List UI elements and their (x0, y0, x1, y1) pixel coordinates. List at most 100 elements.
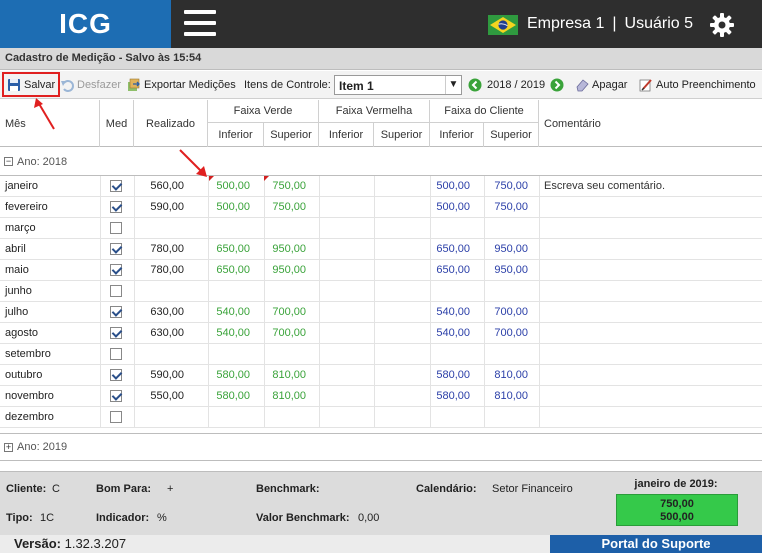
header-cliente-inferior[interactable]: Inferior (430, 122, 484, 147)
cell-cliente-superior[interactable]: 750,00 (484, 201, 528, 213)
cell-cliente-inferior[interactable]: 540,00 (428, 327, 470, 339)
save-button[interactable]: Salvar (2, 72, 61, 97)
brazil-flag-icon[interactable] (488, 15, 518, 35)
med-checkbox[interactable] (110, 243, 122, 255)
cell-cliente-superior[interactable]: 810,00 (484, 390, 528, 402)
table-row[interactable]: outubro 590,00 580,00 810,00 580,00 810,00 (0, 365, 762, 386)
cell-verde-superior[interactable]: 950,00 (262, 243, 306, 255)
med-checkbox[interactable] (110, 369, 122, 381)
med-checkbox[interactable] (110, 285, 122, 297)
table-row[interactable]: dezembro (0, 407, 762, 428)
cell-comentario[interactable]: Escreva seu comentário. (544, 180, 665, 192)
cell-verde-superior[interactable]: 950,00 (262, 264, 306, 276)
table-row[interactable]: fevereiro 590,00 500,00 750,00 500,00 750,00 (0, 197, 762, 218)
column-divider (319, 197, 320, 217)
header-comentario[interactable]: Comentário (539, 100, 762, 147)
cell-cliente-inferior[interactable]: 500,00 (428, 201, 470, 213)
cell-verde-inferior[interactable]: 650,00 (208, 264, 250, 276)
next-period-button[interactable] (550, 76, 567, 94)
med-checkbox[interactable] (110, 348, 122, 360)
cell-realizado[interactable]: 560,00 (150, 180, 184, 192)
cell-verde-superior[interactable]: 810,00 (262, 390, 306, 402)
med-checkbox[interactable] (110, 222, 122, 234)
cell-realizado[interactable]: 630,00 (150, 327, 184, 339)
cell-realizado[interactable]: 630,00 (150, 306, 184, 318)
column-divider (208, 407, 209, 427)
cell-cliente-inferior[interactable]: 650,00 (428, 243, 470, 255)
table-row[interactable]: março (0, 218, 762, 239)
table-row[interactable]: novembro 550,00 580,00 810,00 580,00 810,00 (0, 386, 762, 407)
cell-realizado[interactable]: 590,00 (150, 201, 184, 213)
cell-verde-superior[interactable]: 700,00 (262, 306, 306, 318)
header-med[interactable]: Med (100, 100, 134, 147)
header-vermelha-inferior[interactable]: Inferior (319, 122, 374, 147)
company-name[interactable]: Empresa 1 (527, 15, 604, 32)
group-row-2019[interactable]: + Ano: 2019 (0, 433, 762, 461)
med-checkbox[interactable] (110, 306, 122, 318)
cell-verde-superior[interactable]: 700,00 (262, 327, 306, 339)
table-row[interactable]: janeiro 560,00 500,00 750,00 500,00 750,00 Esc… (0, 176, 762, 197)
menu-icon[interactable] (184, 10, 216, 36)
table-row[interactable]: agosto 630,00 540,00 700,00 540,00 700,00 (0, 323, 762, 344)
med-checkbox[interactable] (110, 327, 122, 339)
med-checkbox[interactable] (110, 201, 122, 213)
cell-cliente-inferior[interactable]: 650,00 (428, 264, 470, 276)
export-button[interactable]: Exportar Medições (127, 76, 236, 94)
cell-cliente-superior[interactable]: 950,00 (484, 243, 528, 255)
cell-cliente-inferior[interactable]: 580,00 (428, 390, 470, 402)
table-row[interactable]: maio 780,00 650,00 950,00 650,00 950,00 (0, 260, 762, 281)
cell-realizado[interactable]: 590,00 (150, 369, 184, 381)
logo[interactable]: ICG (0, 0, 171, 48)
cell-realizado[interactable]: 780,00 (150, 264, 184, 276)
header-faixa-cliente: Faixa do Cliente (430, 100, 539, 122)
table-row[interactable]: julho 630,00 540,00 700,00 540,00 700,00 (0, 302, 762, 323)
chevron-down-icon[interactable]: ▼ (445, 76, 461, 94)
header-verde-inferior[interactable]: Inferior (208, 122, 264, 147)
header-mes[interactable]: Mês (0, 100, 100, 147)
cell-verde-superior[interactable]: 810,00 (262, 369, 306, 381)
header-cliente-superior[interactable]: Superior (484, 122, 539, 147)
med-checkbox[interactable] (110, 264, 122, 276)
column-divider (134, 407, 135, 427)
cell-cliente-superior[interactable]: 700,00 (484, 306, 528, 318)
prev-period-button[interactable] (468, 76, 485, 94)
cell-realizado[interactable]: 550,00 (150, 390, 184, 402)
group-row-2018[interactable]: − Ano: 2018 (0, 148, 762, 176)
cell-verde-superior[interactable]: 750,00 (262, 180, 306, 192)
cell-verde-inferior[interactable]: 580,00 (208, 369, 250, 381)
user-name[interactable]: Usuário 5 (625, 15, 693, 32)
cell-cliente-superior[interactable]: 810,00 (484, 369, 528, 381)
autofill-button[interactable]: Auto Preenchimento (639, 76, 756, 94)
cell-verde-superior[interactable]: 750,00 (262, 201, 306, 213)
header-vermelha-superior[interactable]: Superior (374, 122, 430, 147)
gear-icon[interactable] (709, 12, 735, 38)
table-row[interactable]: setembro (0, 344, 762, 365)
cell-verde-inferior[interactable]: 580,00 (208, 390, 250, 402)
med-checkbox[interactable] (110, 180, 122, 192)
undo-button[interactable]: Desfazer (60, 76, 121, 94)
med-checkbox[interactable] (110, 411, 122, 423)
header-verde-superior[interactable]: Superior (264, 122, 319, 147)
session-info[interactable]: Empresa 1 | Usuário 5 (527, 15, 693, 33)
cell-verde-inferior[interactable]: 540,00 (208, 327, 250, 339)
table-row[interactable]: junho (0, 281, 762, 302)
cell-verde-inferior[interactable]: 500,00 (208, 201, 250, 213)
med-checkbox[interactable] (110, 390, 122, 402)
cell-cliente-superior[interactable]: 950,00 (484, 264, 528, 276)
expand-icon[interactable]: + (4, 442, 13, 452)
cell-cliente-inferior[interactable]: 500,00 (428, 180, 470, 192)
cell-cliente-superior[interactable]: 750,00 (484, 180, 528, 192)
support-portal-link[interactable]: Portal do Suporte (550, 535, 762, 553)
cell-realizado[interactable]: 780,00 (150, 243, 184, 255)
collapse-icon[interactable]: − (4, 157, 13, 166)
cell-cliente-inferior[interactable]: 540,00 (428, 306, 470, 318)
header-realizado[interactable]: Realizado (134, 100, 208, 147)
cell-verde-inferior[interactable]: 500,00 (208, 180, 250, 192)
clear-button[interactable]: Apagar (575, 76, 627, 94)
control-item-select[interactable]: Item 1 ▼ (334, 75, 462, 95)
cell-cliente-superior[interactable]: 700,00 (484, 327, 528, 339)
cell-verde-inferior[interactable]: 650,00 (208, 243, 250, 255)
cell-verde-inferior[interactable]: 540,00 (208, 306, 250, 318)
table-row[interactable]: abril 780,00 650,00 950,00 650,00 950,00 (0, 239, 762, 260)
cell-cliente-inferior[interactable]: 580,00 (428, 369, 470, 381)
